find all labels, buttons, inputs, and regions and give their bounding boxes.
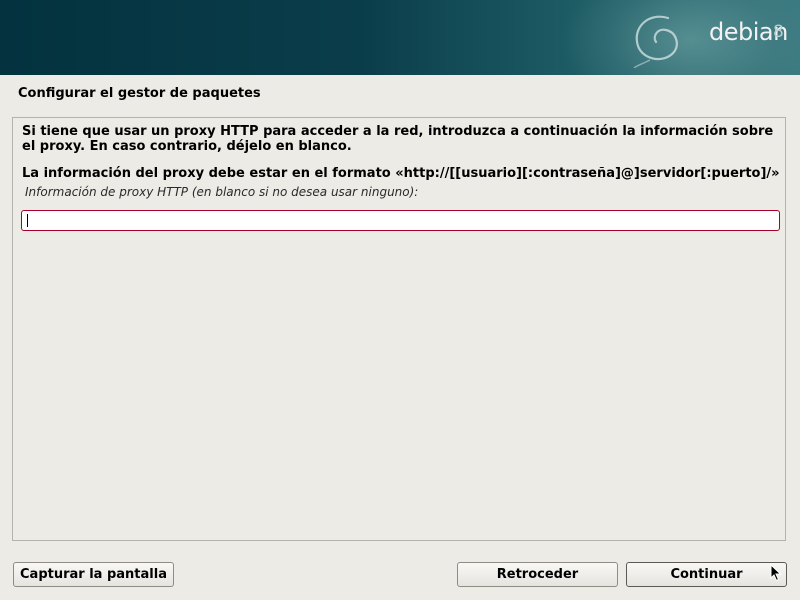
page-title: Configurar el gestor de paquetes — [18, 86, 261, 101]
screenshot-button[interactable]: Capturar la pantalla — [13, 562, 174, 587]
header-banner: debian 8 — [0, 0, 800, 75]
dialog-content: Si tiene que usar un proxy HTTP para acc… — [12, 117, 786, 541]
text-caret — [27, 214, 28, 227]
proxy-input[interactable] — [21, 210, 780, 231]
proxy-format-note: La información del proxy debe estar en e… — [22, 166, 780, 181]
debian-version: 8 — [773, 22, 784, 42]
continue-button[interactable]: Continuar — [626, 562, 787, 587]
back-button[interactable]: Retroceder — [457, 562, 618, 587]
debian-swirl-icon — [633, 15, 678, 68]
mouse-pointer-icon — [770, 564, 782, 582]
proxy-field-label: Información de proxy HTTP (en blanco si … — [25, 185, 419, 199]
intro-text: Si tiene que usar un proxy HTTP para acc… — [22, 124, 774, 154]
